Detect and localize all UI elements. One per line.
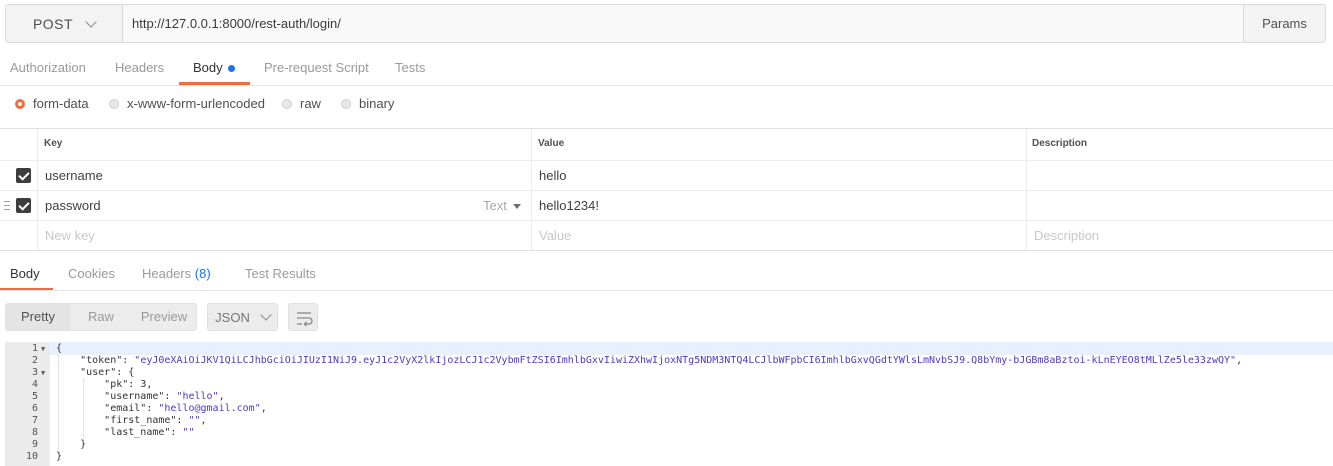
line-number: 3 [31, 367, 38, 378]
response-tab-test-results[interactable]: Test Results [245, 266, 316, 281]
tab-body[interactable]: Body [193, 60, 235, 75]
row-enabled-checkbox[interactable] [16, 198, 31, 213]
url-input[interactable]: http://127.0.0.1:8000/rest-auth/login/ [124, 5, 1244, 42]
code-line: "user": { [80, 367, 135, 378]
caret-down-icon [512, 204, 521, 210]
line-number: 7 [31, 415, 38, 426]
radio-form-data[interactable]: form-data [15, 96, 89, 111]
chevron-down-icon [260, 309, 272, 321]
radio-unselected-icon [282, 98, 292, 109]
radio-selected-icon [15, 98, 25, 109]
fold-toggle-icon[interactable]: ▼ [41, 367, 45, 379]
code-line: "email": "hello@gmail.com", [104, 403, 267, 414]
headers-count-badge: (8) [194, 266, 211, 281]
divider [0, 290, 1333, 291]
table-row: password Text hello1234! [0, 190, 1333, 220]
response-tab-cookies[interactable]: Cookies [68, 266, 115, 281]
radio-unselected-icon [109, 98, 119, 109]
new-value-input[interactable]: Value [539, 221, 571, 251]
radio-binary[interactable]: binary [341, 96, 394, 111]
tab-tests[interactable]: Tests [395, 60, 425, 75]
row-type-label: Text [483, 198, 507, 213]
format-label: JSON [215, 309, 250, 325]
chevron-down-icon [85, 15, 97, 28]
new-key-input[interactable]: New key [45, 221, 95, 251]
request-url-bar: POST http://127.0.0.1:8000/rest-auth/log… [5, 4, 1326, 43]
row-value-input[interactable]: hello [539, 161, 566, 191]
row-value-input[interactable]: hello1234! [539, 191, 599, 221]
view-raw-button[interactable]: Raw [70, 304, 132, 330]
code-line: "username": "hello", [104, 391, 225, 402]
divider [0, 85, 1333, 86]
tab-headers[interactable]: Headers [115, 60, 164, 75]
body-modified-dot-icon [227, 65, 235, 73]
new-description-input[interactable]: Description [1034, 221, 1099, 251]
line-number: 1 [31, 343, 38, 354]
wrap-lines-button[interactable] [288, 303, 318, 331]
line-number: 5 [31, 391, 38, 402]
response-tab-headers[interactable]: Headers (8) [142, 266, 211, 281]
form-data-table: Key Value Description username hello pas… [0, 128, 1333, 251]
code-line: "pk": 3, [104, 379, 153, 390]
code-line: } [80, 439, 87, 450]
column-header-key: Key [44, 138, 63, 149]
line-number: 8 [31, 427, 38, 438]
radio-label: binary [359, 96, 395, 111]
row-key-input[interactable]: username [45, 161, 103, 191]
line-number: 10 [25, 451, 38, 462]
code-line: { [56, 343, 63, 354]
radio-label: form-data [33, 96, 89, 111]
active-line-highlight [50, 342, 1333, 355]
radio-label: x-www-form-urlencoded [127, 96, 265, 111]
radio-x-www-form-urlencoded[interactable]: x-www-form-urlencoded [109, 96, 265, 111]
radio-label: raw [300, 96, 321, 111]
fold-toggle-icon[interactable]: ▼ [41, 343, 45, 355]
response-tab-headers-label: Headers [142, 266, 192, 281]
params-button[interactable]: Params [1243, 5, 1325, 42]
table-row-new: New key Value Description [0, 220, 1333, 250]
radio-unselected-icon [341, 98, 351, 109]
row-type-select[interactable]: Text [483, 191, 521, 221]
tab-authorization[interactable]: Authorization [10, 60, 86, 75]
drag-handle-icon[interactable] [4, 201, 10, 210]
line-number: 6 [31, 403, 38, 414]
column-header-value: Value [538, 138, 565, 149]
radio-raw[interactable]: raw [282, 96, 321, 111]
row-enabled-checkbox[interactable] [16, 168, 31, 183]
tab-body-label: Body [193, 60, 223, 75]
code-line: "last_name": "" [104, 427, 195, 438]
table-row: username hello [0, 160, 1333, 190]
line-number: 4 [31, 379, 38, 390]
column-header-description: Description [1032, 138, 1088, 149]
view-mode-segmented-control: Pretty Raw Preview [5, 303, 197, 331]
view-pretty-button[interactable]: Pretty [6, 304, 70, 330]
code-line: "first_name": "", [104, 415, 207, 426]
tab-pre-request-script[interactable]: Pre-request Script [264, 60, 369, 75]
code-line: "token": "eyJ0eXAiOiJKV1QiLCJhbGciOiJIUz… [80, 355, 1243, 366]
line-number: 9 [31, 439, 38, 450]
method-label: POST [32, 15, 74, 32]
method-select[interactable]: POST [6, 5, 123, 42]
view-preview-button[interactable]: Preview [132, 304, 196, 330]
format-select[interactable]: JSON [207, 303, 278, 331]
wrap-lines-icon [297, 312, 313, 327]
response-tab-body[interactable]: Body [10, 266, 40, 281]
row-key-input[interactable]: password [45, 191, 101, 221]
line-number: 2 [31, 355, 38, 366]
code-line: } [56, 451, 63, 462]
